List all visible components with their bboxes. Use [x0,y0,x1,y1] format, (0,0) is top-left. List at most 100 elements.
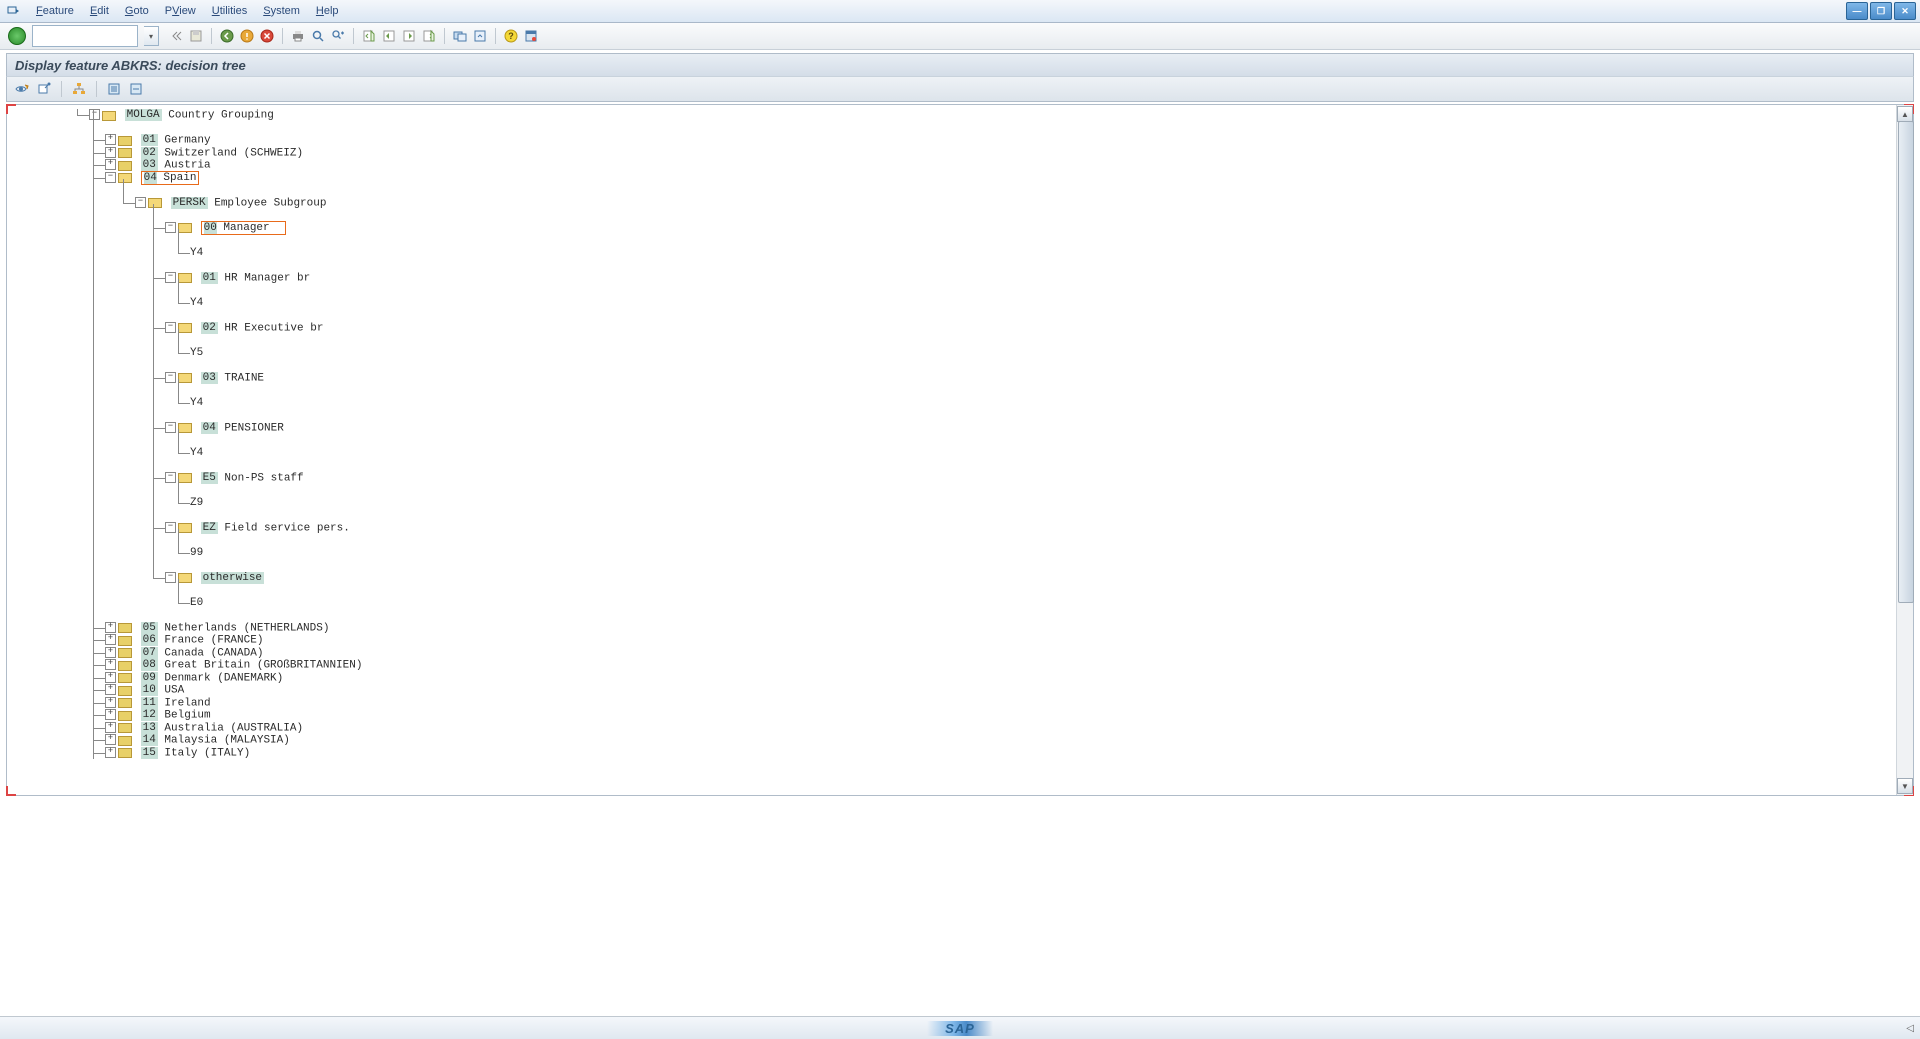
expand-icon[interactable]: − [165,472,176,483]
tree-view[interactable]: − MOLGA Country Grouping + 01 Germany+ 02… [7,105,1897,795]
scroll-down-icon[interactable]: ▼ [1897,778,1913,794]
collapse-all-icon[interactable] [127,80,145,98]
last-page-icon[interactable] [420,27,438,45]
tree-row[interactable]: Y4 [7,397,1897,410]
expand-icon[interactable]: − [165,572,176,583]
display-change-icon[interactable] [13,80,31,98]
expand-icon[interactable]: + [105,134,116,145]
tree-row[interactable] [7,334,1897,347]
expand-icon[interactable]: + [105,709,116,720]
expand-icon[interactable]: − [165,322,176,333]
check-icon[interactable] [35,80,53,98]
menu-pview[interactable]: PView [157,3,204,19]
tree-row[interactable]: − 01 HR Manager br [7,272,1897,285]
tree-row[interactable]: + 01 Germany [7,134,1897,147]
tree-row[interactable]: E0 [7,597,1897,610]
tree-row[interactable] [7,309,1897,322]
tree-row[interactable]: − MOLGA Country Grouping [7,109,1897,122]
tree-row[interactable]: − EZ Field service pers. [7,522,1897,535]
shortcut-icon[interactable] [471,27,489,45]
tree-row[interactable]: + 12 Belgium [7,709,1897,722]
menu-system[interactable]: System [255,3,308,19]
tree-row[interactable]: + 06 France (FRANCE) [7,634,1897,647]
expand-icon[interactable]: + [105,747,116,758]
tree-row[interactable] [7,484,1897,497]
expand-icon[interactable]: − [165,272,176,283]
structure-icon[interactable] [70,80,88,98]
expand-icon[interactable]: + [105,684,116,695]
menu-utilities[interactable]: Utilities [204,3,255,19]
tree-row[interactable] [7,184,1897,197]
minimize-button[interactable]: — [1846,2,1868,20]
new-session-icon[interactable] [451,27,469,45]
find-next-icon[interactable] [329,27,347,45]
scrollbar-thumb[interactable] [1898,121,1914,603]
layout-icon[interactable] [522,27,540,45]
back-icon[interactable] [218,27,236,45]
tree-row[interactable] [7,209,1897,222]
tree-row[interactable] [7,259,1897,272]
tree-row[interactable] [7,409,1897,422]
expand-icon[interactable]: + [105,634,116,645]
print-icon[interactable] [289,27,307,45]
tree-row[interactable]: Z9 [7,497,1897,510]
expand-icon[interactable]: + [105,147,116,158]
expand-icon[interactable]: + [105,697,116,708]
expand-icon[interactable]: + [105,622,116,633]
expand-icon[interactable]: + [105,672,116,683]
tree-row[interactable] [7,534,1897,547]
tree-node-highlighted[interactable]: 04 Spain [141,171,200,185]
tree-row[interactable] [7,584,1897,597]
save-icon[interactable] [187,27,205,45]
tree-row[interactable] [7,359,1897,372]
expand-icon[interactable]: − [165,522,176,533]
expand-all-icon[interactable] [105,80,123,98]
tree-row[interactable] [7,384,1897,397]
tree-row[interactable] [7,284,1897,297]
close-button[interactable]: ✕ [1894,2,1916,20]
tree-row[interactable] [7,609,1897,622]
chevron-left-icon[interactable] [167,27,185,45]
tree-row[interactable]: Y4 [7,297,1897,310]
exit-icon[interactable] [238,27,256,45]
expand-icon[interactable]: − [165,372,176,383]
expand-icon[interactable]: + [105,734,116,745]
command-dropdown[interactable]: ▾ [144,26,159,46]
tree-row[interactable] [7,434,1897,447]
tree-row[interactable]: + 10 USA [7,684,1897,697]
tree-row[interactable] [7,234,1897,247]
tree-row[interactable]: + 03 Austria [7,159,1897,172]
tree-row[interactable]: + 08 Great Britain (GROßBRITANNIEN) [7,659,1897,672]
command-field[interactable] [32,25,138,47]
menu-help[interactable]: Help [308,3,347,19]
tree-row[interactable]: Y4 [7,247,1897,260]
tree-row[interactable]: + 13 Australia (AUSTRALIA) [7,722,1897,735]
tree-row[interactable]: + 15 Italy (ITALY) [7,747,1897,760]
tree-row[interactable] [7,459,1897,472]
maximize-button[interactable]: ❐ [1870,2,1892,20]
tree-row[interactable]: − 00 Manager [7,222,1897,235]
tree-row[interactable] [7,509,1897,522]
tree-row[interactable]: + 02 Switzerland (SCHWEIZ) [7,147,1897,160]
scroll-up-icon[interactable]: ▲ [1897,106,1913,122]
enter-icon[interactable] [8,27,26,45]
prev-page-icon[interactable] [380,27,398,45]
expand-icon[interactable]: − [89,109,100,120]
expand-icon[interactable]: + [105,159,116,170]
status-triangle-icon[interactable]: ◁ [1906,1023,1914,1034]
tree-row[interactable] [7,559,1897,572]
tree-row[interactable]: − 04 Spain [7,172,1897,185]
tree-row[interactable]: + 05 Netherlands (NETHERLANDS) [7,622,1897,635]
expand-icon[interactable]: − [165,422,176,433]
expand-icon[interactable]: − [135,197,146,208]
tree-row[interactable]: − 02 HR Executive br [7,322,1897,335]
tree-row[interactable]: − otherwise [7,572,1897,585]
tree-row[interactable] [7,122,1897,135]
vertical-scrollbar[interactable]: ▲ ▼ [1896,105,1913,795]
expand-icon[interactable]: + [105,659,116,670]
expand-icon[interactable]: − [165,222,176,233]
cancel-icon[interactable] [258,27,276,45]
tree-node-highlighted[interactable]: 00 Manager [201,221,286,235]
tree-row[interactable]: + 09 Denmark (DANEMARK) [7,672,1897,685]
tree-row[interactable]: − E5 Non-PS staff [7,472,1897,485]
